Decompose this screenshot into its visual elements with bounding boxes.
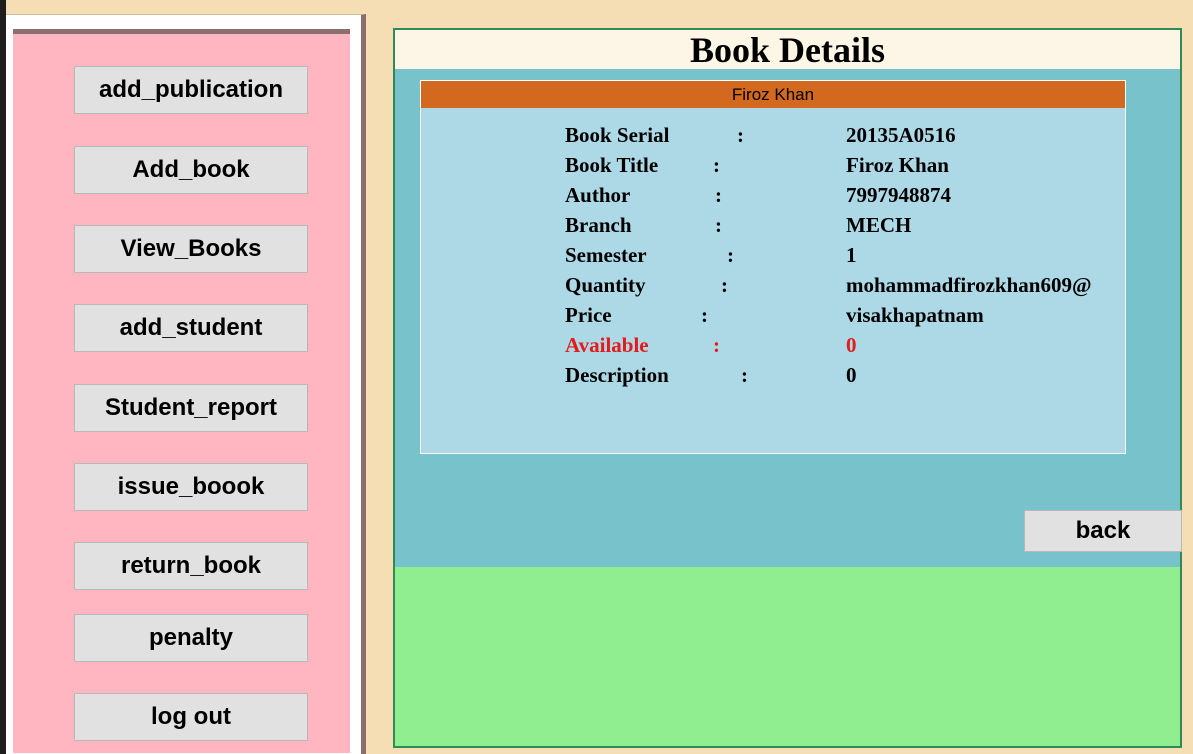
detail-value: 0 [846,333,857,357]
page-title: Book Details [689,29,885,70]
student-report-button[interactable]: Student_report [74,384,308,432]
detail-row-author: Author : 7997948874 [565,183,1125,213]
detail-value: Firoz Khan [846,153,949,177]
detail-row-book-serial: Book Serial : 20135A0516 [565,123,1125,153]
detail-value: visakhapatnam [846,303,984,327]
detail-label: Semester [565,243,647,267]
main-panel: Book Details Firoz Khan Book Serial : 20… [393,28,1182,748]
sidebar: add_publication Add_book View_Books add_… [13,29,350,753]
detail-colon: : [713,333,720,357]
detail-value: 7997948874 [846,183,951,207]
log-out-button[interactable]: log out [74,693,308,741]
detail-label: Book Title [565,153,659,177]
details-area: Firoz Khan Book Serial : 20135A0516 Book… [395,69,1182,567]
detail-label: Branch [565,213,632,237]
card-header: Firoz Khan [421,81,1125,108]
back-button[interactable]: back [1024,510,1182,552]
return-book-button[interactable]: return_book [74,542,308,590]
detail-colon: : [737,123,744,147]
add-publication-button[interactable]: add_publication [74,66,308,114]
detail-row-description: Description : 0 [565,363,1125,393]
detail-label: Quantity [565,273,646,297]
detail-colon: : [721,273,728,297]
detail-colon: : [715,183,722,207]
add-book-button[interactable]: Add_book [74,146,308,194]
penalty-button[interactable]: penalty [74,614,308,662]
detail-label: Price [565,303,612,327]
detail-colon: : [713,153,720,177]
detail-value: 1 [846,243,857,267]
detail-label: Book Serial [565,123,670,147]
detail-value: mohammadfirozkhan609@ [846,273,1092,297]
issue-book-button[interactable]: issue_boook [74,463,308,511]
detail-row-semester: Semester : 1 [565,243,1125,273]
detail-value: 0 [846,363,857,387]
details-list: Book Serial : 20135A0516 Book Title : Fi… [565,123,1125,393]
add-student-button[interactable]: add_student [74,304,308,352]
detail-row-branch: Branch : MECH [565,213,1125,243]
detail-colon: : [741,363,748,387]
view-books-button[interactable]: View_Books [74,225,308,273]
detail-label: Description [565,363,669,387]
detail-row-price: Price : visakhapatnam [565,303,1125,333]
detail-row-quantity: Quantity : mohammadfirozkhan609@ [565,273,1125,303]
detail-value: MECH [846,213,912,237]
detail-label: Available [565,333,649,357]
title-bar: Book Details [395,30,1180,69]
detail-row-book-title: Book Title : Firoz Khan [565,153,1125,183]
detail-label: Author [565,183,631,207]
book-details-card: Firoz Khan Book Serial : 20135A0516 Book… [420,80,1126,454]
detail-row-available: Available : 0 [565,333,1125,363]
sidebar-frame: add_publication Add_book View_Books add_… [6,14,366,754]
detail-colon: : [715,213,722,237]
detail-colon: : [701,303,708,327]
detail-colon: : [727,243,734,267]
detail-value: 20135A0516 [846,123,956,147]
